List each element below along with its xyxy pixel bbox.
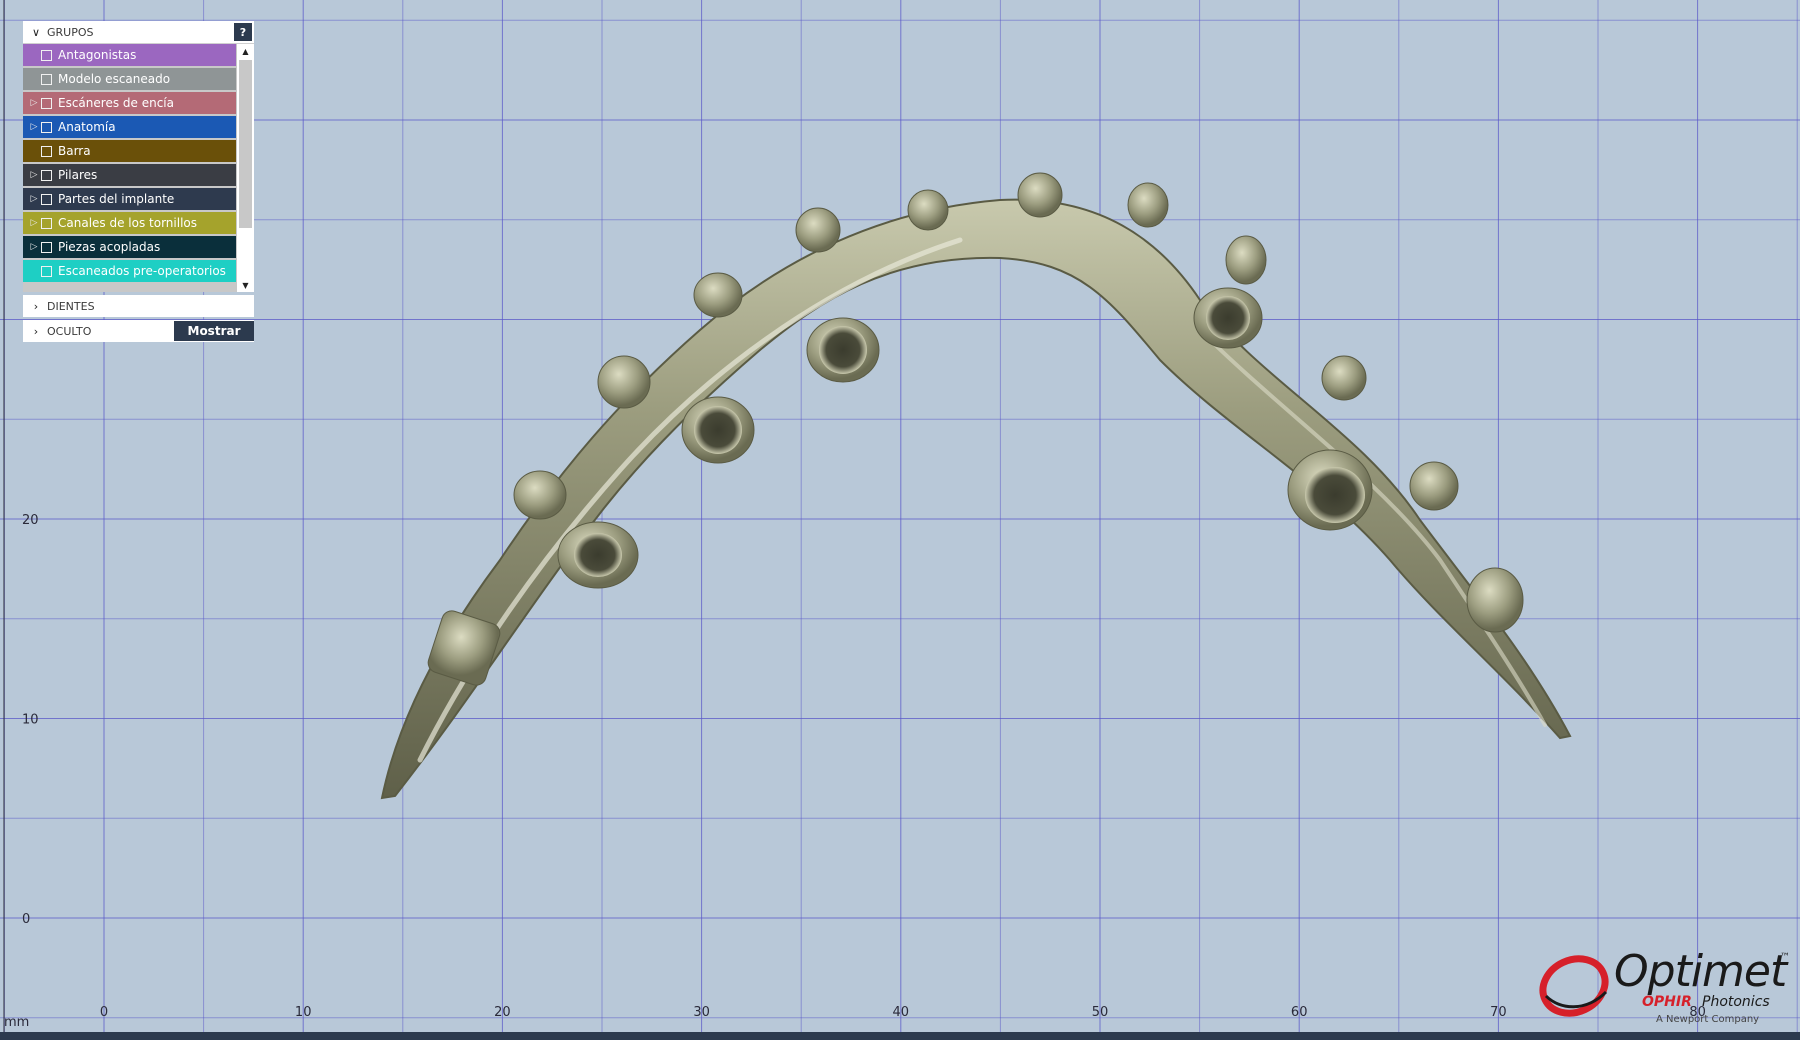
group-list: Antagonistas Modelo escaneado ▷ Escáneres d… [23,44,254,292]
groups-panel: ∨ GRUPOS ? Antagonistas Modelo escaneado ▷… [23,21,254,342]
groups-header[interactable]: ∨ GRUPOS ? [23,21,254,44]
screw-channel-2[interactable] [681,396,755,464]
group-list-scrollbar[interactable]: ▲ ▼ [237,44,254,292]
section-oculto[interactable]: › OCULTO Mostrar [23,320,254,342]
visibility-checkbox[interactable] [41,121,52,133]
scroll-down-icon[interactable]: ▼ [237,278,254,292]
group-label: Modelo escaneado [58,72,171,86]
chevron-right-icon: › [33,324,39,338]
group-row[interactable]: ▷ Escáneres de encía [23,92,236,114]
optimet-logo: Optimet ™ OPHIR Photonics A Newport Comp… [1532,946,1792,1026]
group-label: Barra [58,144,91,158]
logo-brand: OPHIR [1642,994,1692,1010]
visibility-checkbox[interactable] [41,169,52,181]
visibility-checkbox[interactable] [41,217,52,229]
bar-model[interactable] [0,0,1800,1032]
retention-bump-6 [1017,172,1063,218]
group-row[interactable]: ▷ Partes del implante [23,188,236,210]
help-button[interactable]: ? [234,23,252,41]
group-label: Piezas acopladas [58,240,161,254]
group-row[interactable]: Escaneados pre-operatorios [23,260,236,282]
screw-channel-3[interactable] [806,317,880,383]
logo-swoosh-icon [1539,955,1609,1017]
group-row[interactable]: Barra [23,140,236,162]
group-row[interactable]: ▷ Pilares [23,164,236,186]
expand-arrow-icon[interactable]: ▷ [27,170,41,180]
retention-bump-10 [1409,461,1459,511]
group-label: Pilares [58,168,98,182]
group-row[interactable]: Modelo escaneado [23,68,236,90]
visibility-checkbox[interactable] [41,241,52,253]
logo-name: Optimet [1614,946,1787,997]
expand-arrow-icon[interactable]: ▷ [27,194,41,204]
group-label: Escáneres de encía [58,96,174,110]
3d-viewport[interactable]: 0 10 20 30 40 50 60 70 80 20 10 0 mm [0,0,1800,1032]
retention-bump-7 [1127,182,1169,228]
group-label: Escaneados pre-operatorios [58,264,226,278]
screw-channel-5[interactable] [1287,449,1373,531]
chevron-down-icon: ∨ [31,25,41,39]
group-label: Anatomía [58,120,116,134]
visibility-checkbox[interactable] [41,49,52,61]
retention-bump-1 [513,470,567,520]
visibility-checkbox[interactable] [41,265,52,277]
show-button[interactable]: Mostrar [174,321,254,341]
retention-bump-5 [907,189,949,231]
expand-arrow-icon[interactable]: ▷ [27,218,41,228]
visibility-checkbox[interactable] [41,73,52,85]
group-row[interactable]: ▷ Canales de los tornillos [23,212,236,234]
section-oculto-label: OCULTO [47,324,92,338]
retention-bump-9 [1321,355,1367,401]
expand-arrow-icon[interactable]: ▷ [27,122,41,132]
scroll-up-icon[interactable]: ▲ [237,44,254,58]
retention-bump-11 [1466,567,1524,633]
group-row[interactable]: ▷ Piezas acopladas [23,236,236,258]
group-label: Antagonistas [58,48,137,62]
retention-bump-4 [795,207,841,253]
chevron-right-icon: › [33,299,39,313]
bar-highlight [417,237,963,763]
logo-tagline: A Newport Company [1656,1014,1760,1025]
expand-arrow-icon[interactable]: ▷ [27,98,41,108]
group-row[interactable]: Antagonistas [23,44,236,66]
logo-sub: Photonics [1702,994,1770,1010]
retention-bump-2 [597,355,651,409]
scroll-thumb[interactable] [239,60,252,228]
status-bar [0,1032,1800,1040]
group-label: Canales de los tornillos [58,216,198,230]
visibility-checkbox[interactable] [41,193,52,205]
visibility-checkbox[interactable] [41,145,52,157]
retention-bump-8 [1225,235,1267,285]
groups-header-label: GRUPOS [47,25,94,39]
expand-arrow-icon[interactable]: ▷ [27,242,41,252]
section-dientes[interactable]: › DIENTES [23,295,254,317]
group-row[interactable]: ▷ Anatomía [23,116,236,138]
section-dientes-label: DIENTES [47,299,95,313]
group-label: Partes del implante [58,192,175,206]
screw-channel-4[interactable] [1193,287,1263,349]
logo-tm: ™ [1780,952,1790,963]
visibility-checkbox[interactable] [41,97,52,109]
retention-bump-3 [693,272,743,318]
screw-channel-1[interactable] [557,521,639,589]
